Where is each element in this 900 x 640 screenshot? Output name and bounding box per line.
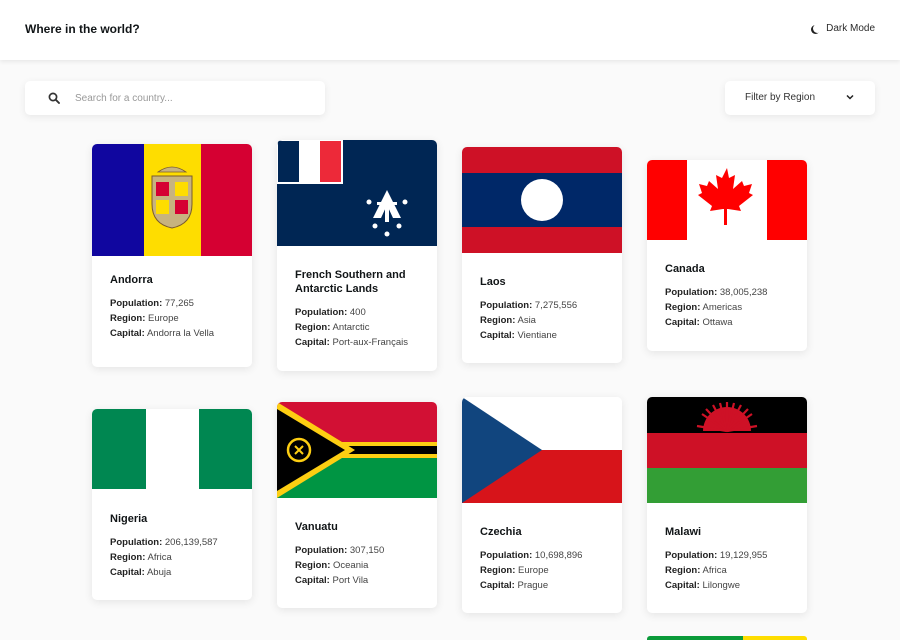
capital-value: Prague	[517, 580, 549, 591]
population-value: 10,698,896	[534, 550, 583, 561]
capital-value: Abuja	[146, 567, 172, 578]
population-value: 307,150	[349, 545, 385, 556]
capital-value: Port-aux-Français	[332, 337, 408, 348]
region-label: Region:	[295, 560, 331, 571]
region-filter-dropdown[interactable]: Filter by Region	[725, 81, 875, 115]
chevron-down-icon	[846, 94, 854, 100]
region-value: Asia	[517, 315, 536, 326]
country-card-nigeria[interactable]: Nigeria Population: 206,139,587 Region: …	[92, 409, 252, 600]
dark-mode-toggle[interactable]: Dark Mode	[810, 23, 875, 34]
country-card-malawi[interactable]: Malawi Population: 19,129,955 Region: Af…	[647, 397, 807, 613]
region-label: Region:	[110, 552, 146, 563]
population-label: Population:	[110, 537, 163, 548]
capital-value: Vientiane	[517, 330, 557, 341]
country-card-czechia[interactable]: Czechia Population: 10,698,896 Region: E…	[462, 397, 622, 613]
country-name: Czechia	[480, 526, 522, 538]
country-name: Andorra	[110, 274, 153, 286]
region-value: Europe	[148, 313, 179, 324]
region-value: Antarctic	[332, 322, 370, 333]
flag-image-andorra	[92, 144, 252, 256]
region-label: Region:	[480, 315, 516, 326]
moon-icon	[813, 24, 822, 33]
dark-mode-label: Dark Mode	[826, 23, 875, 34]
region-label: Region:	[665, 565, 701, 576]
country-name: Nigeria	[110, 513, 148, 525]
country-card-canada[interactable]: Canada Population: 38,005,238 Region: Am…	[647, 160, 807, 351]
region-label: Region:	[665, 302, 701, 313]
country-card-partial[interactable]	[647, 636, 807, 640]
capital-value: Lilongwe	[702, 580, 740, 591]
flag-image-vanuatu	[277, 402, 437, 498]
capital-label: Capital:	[665, 317, 700, 328]
app-title: Where in the world?	[25, 22, 140, 36]
capital-value: Port Vila	[332, 575, 369, 586]
region-value: Africa	[702, 565, 727, 576]
region-value: Oceania	[333, 560, 369, 571]
flag-image-french-southern-lands	[277, 140, 437, 246]
region-filter-label: Filter by Region	[745, 92, 816, 103]
population-value: 77,265	[164, 298, 194, 309]
population-value: 7,275,556	[534, 300, 578, 311]
capital-label: Capital:	[295, 575, 330, 586]
capital-label: Capital:	[480, 330, 515, 341]
population-label: Population:	[480, 550, 533, 561]
search-bar[interactable]	[25, 81, 325, 115]
country-card-andorra[interactable]: Andorra Population: 77,265 Region: Europ…	[92, 144, 252, 367]
capital-label: Capital:	[665, 580, 700, 591]
country-card-vanuatu[interactable]: Vanuatu Population: 307,150 Region: Ocea…	[277, 402, 437, 608]
country-name: Canada	[665, 263, 705, 275]
population-label: Population:	[665, 287, 718, 298]
capital-label: Capital:	[295, 337, 330, 348]
country-name: Malawi	[665, 526, 702, 538]
region-value: Europe	[518, 565, 549, 576]
flag-image-nigeria	[92, 409, 252, 489]
population-label: Population:	[480, 300, 533, 311]
flag-image-malawi	[647, 397, 807, 503]
country-name: Laos	[480, 276, 506, 288]
capital-label: Capital:	[480, 580, 515, 591]
population-value: 206,139,587	[164, 537, 218, 548]
country-card-laos[interactable]: Laos Population: 7,275,556 Region: Asia …	[462, 147, 622, 363]
search-icon	[48, 92, 60, 104]
country-name: French Southern and Antarctic Lands	[295, 269, 406, 295]
country-name: Vanuatu	[295, 521, 338, 533]
population-value: 38,005,238	[719, 287, 768, 298]
region-label: Region:	[480, 565, 516, 576]
region-value: Americas	[702, 302, 743, 313]
capital-value: Ottawa	[702, 317, 733, 328]
country-card-french-southern-lands[interactable]: French Southern and Antarctic Lands Popu…	[277, 140, 437, 371]
flag-image-laos	[462, 147, 622, 253]
capital-label: Capital:	[110, 328, 145, 339]
flag-image-czechia	[462, 397, 622, 503]
population-value: 19,129,955	[719, 550, 768, 561]
region-label: Region:	[110, 313, 146, 324]
population-label: Population:	[295, 307, 348, 318]
population-label: Population:	[665, 550, 718, 561]
region-value: Africa	[147, 552, 172, 563]
population-label: Population:	[110, 298, 163, 309]
population-label: Population:	[295, 545, 348, 556]
region-label: Region:	[295, 322, 331, 333]
search-input[interactable]	[75, 92, 295, 104]
population-value: 400	[349, 307, 366, 318]
top-header: Where in the world? Dark Mode	[0, 0, 900, 60]
capital-label: Capital:	[110, 567, 145, 578]
capital-value: Andorra la Vella	[146, 328, 215, 339]
flag-image-canada	[647, 160, 807, 240]
